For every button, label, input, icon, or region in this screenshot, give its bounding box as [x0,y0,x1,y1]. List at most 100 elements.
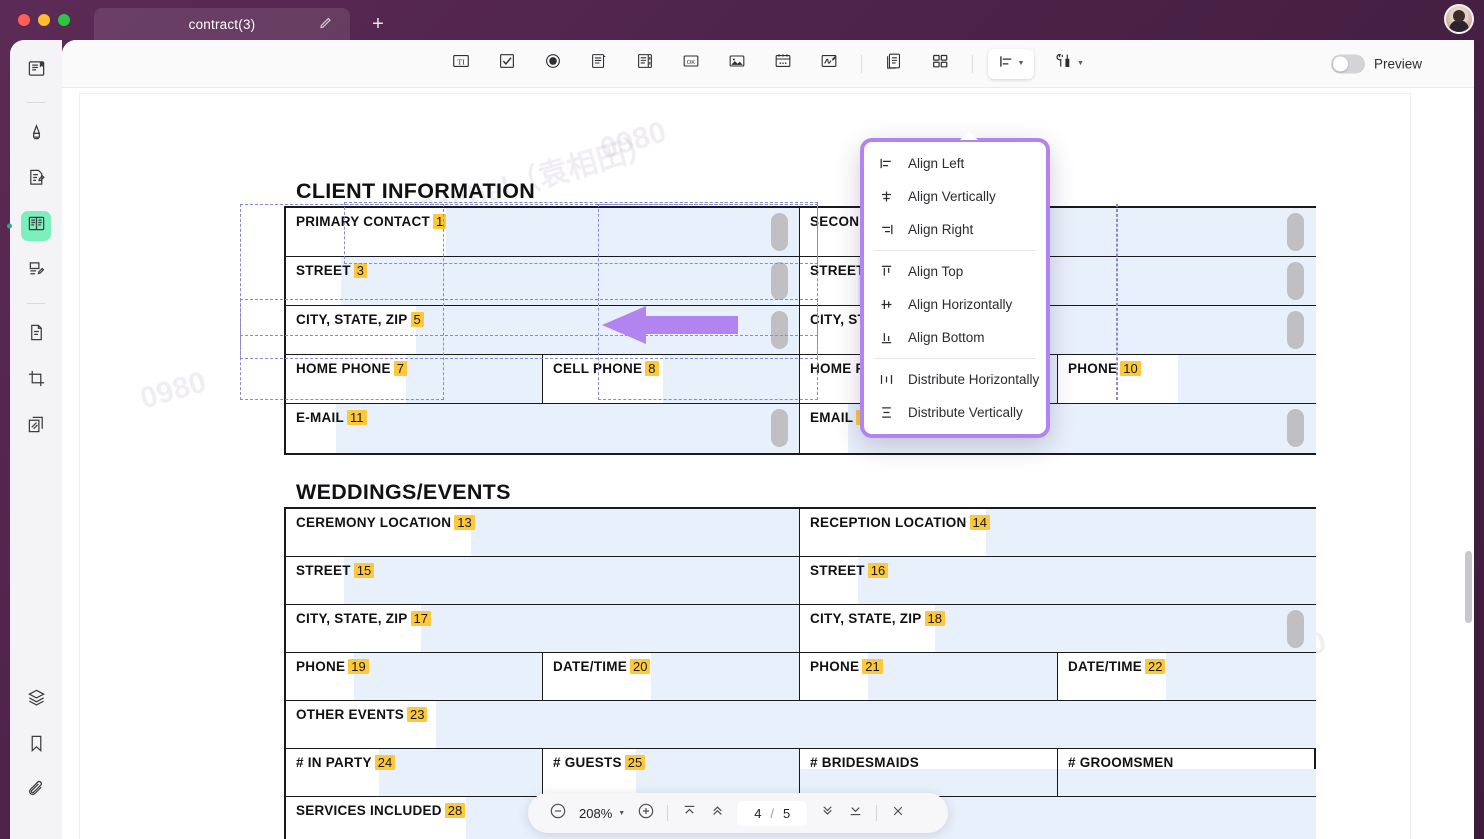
table-row[interactable]: PHONE 19 [286,653,543,701]
checkbox-tool[interactable] [490,49,524,79]
close-pager-button[interactable] [884,799,912,827]
menu-item-align-left[interactable]: Align Left [864,147,1046,180]
first-page-button[interactable] [675,799,703,827]
form-field-17[interactable] [421,605,799,652]
table-row[interactable]: # IN PARTY 24 [286,749,543,797]
document-viewport[interactable]: Rachel（袁相田） 0980 Rachel（袁相田） 0980 Rachel… [62,88,1474,839]
table-row[interactable]: CEREMONY LOCATION 13 [286,509,800,557]
form-field-10[interactable] [1178,355,1316,403]
form-field-23[interactable] [436,701,1316,748]
table-row[interactable]: PHONE 10 [1058,355,1316,404]
field-scroll-handle[interactable] [771,311,788,349]
new-tab-button[interactable]: + [366,14,390,34]
table-row[interactable]: E-MAIL 11 [286,404,800,453]
list-box-tool[interactable] [628,49,662,79]
zoom-level-selector[interactable]: 208% ▼ [572,806,632,821]
vertical-scrollbar[interactable] [1465,551,1472,623]
table-row[interactable]: DATE/TIME 20 [543,653,800,701]
next-page-button[interactable] [813,799,841,827]
sidebar-item-organize-pages[interactable] [21,320,51,350]
date-field-tool[interactable] [766,49,800,79]
sidebar-item-crop-tool[interactable] [21,366,51,396]
menu-item-align-bottom[interactable]: Align Bottom [864,321,1046,354]
preview-toggle-group[interactable]: Preview [1330,54,1422,73]
form-field-24[interactable] [379,749,542,796]
menu-item-align-horizontally[interactable]: Align Horizontally [864,288,1046,321]
radio-button-tool[interactable] [536,49,570,79]
sidebar-item-compare-tool[interactable] [21,412,51,442]
form-field-11[interactable] [336,404,799,453]
page-number-input[interactable]: 4 / 5 [737,800,808,826]
form-field-18[interactable] [935,605,1316,652]
menu-item-align-right[interactable]: Align Right [864,213,1046,246]
document-tab[interactable]: contract(3) [94,8,350,40]
zoom-out-button[interactable] [544,799,572,827]
form-field-19[interactable] [354,653,542,700]
menu-item-distribute-vertically[interactable]: Distribute Vertically [864,396,1046,429]
form-field-8[interactable] [663,355,799,403]
sidebar-item-layers-panel[interactable] [21,685,51,715]
menu-item-align-top[interactable]: Align Top [864,255,1046,288]
field-scroll-handle[interactable] [1287,409,1304,447]
maximize-window-button[interactable] [58,14,70,26]
last-page-button[interactable] [841,799,869,827]
form-field-20[interactable] [651,653,799,700]
form-field-13[interactable] [471,509,799,556]
signature-field-tool[interactable] [812,49,846,79]
table-row[interactable]: STREET 15 [286,557,800,605]
form-field-7[interactable] [406,355,542,403]
form-field-16[interactable] [858,557,1316,604]
table-row[interactable]: RECEPTION LOCATION 14 [800,509,1316,557]
client-information-table[interactable]: PRIMARY CONTACT1 SECONDARY CONTACT2 STRE… [284,206,1316,455]
sidebar-item-bookmarks-panel[interactable] [21,731,51,761]
align-tool[interactable]: ▼ [988,48,1034,79]
tab-order-tool[interactable] [923,49,957,79]
table-row[interactable]: # BRIDESMAIDS 26 [800,749,1058,797]
form-field-22[interactable] [1166,653,1316,700]
form-field-3[interactable] [341,257,799,305]
form-field-14[interactable] [986,509,1316,556]
form-field-1[interactable] [446,208,799,256]
form-field-21[interactable] [868,653,1057,700]
table-row[interactable]: STREET 16 [800,557,1316,605]
table-row[interactable]: # GROOMSMEN 27 [1058,749,1316,797]
arrow-annotation[interactable] [600,304,740,351]
field-scroll-handle[interactable] [771,262,788,300]
table-row[interactable]: STREET 3 [286,257,800,306]
menu-item-distribute-horizontally[interactable]: Distribute Horizontally [864,363,1046,396]
sidebar-item-annotate-tool[interactable] [21,165,51,195]
field-scroll-handle[interactable] [1287,311,1304,349]
prev-page-button[interactable] [703,799,731,827]
duplicate-page-tool[interactable] [877,49,911,79]
field-scroll-handle[interactable] [1287,213,1304,251]
field-scroll-handle[interactable] [1287,610,1304,648]
table-row[interactable]: PRIMARY CONTACT 1 [286,208,800,257]
sidebar-item-form-tool[interactable] [21,211,51,241]
pencil-icon[interactable] [319,17,332,32]
table-row[interactable]: HOME PHONE 7 [286,355,543,404]
text-field-tool[interactable]: TI [444,49,478,79]
avatar[interactable] [1444,4,1474,34]
more-tools[interactable]: ▼ [1046,49,1092,79]
sidebar-item-sign-tool[interactable] [21,257,51,287]
table-row[interactable]: CELL PHONE 8 [543,355,800,404]
field-scroll-handle[interactable] [771,409,788,447]
table-row[interactable]: CITY, STATE, ZIP 18 [800,605,1316,653]
form-field-27[interactable] [1058,769,1316,796]
pdf-page[interactable]: Rachel（袁相田） 0980 Rachel（袁相田） 0980 Rachel… [80,94,1410,839]
dropdown-tool[interactable] [582,49,616,79]
minimize-window-button[interactable] [38,14,50,26]
sidebar-item-highlight-tool[interactable] [21,119,51,149]
table-row[interactable]: OTHER EVENTS 23 [286,701,1316,749]
sidebar-item-attachments-panel[interactable] [21,777,51,807]
image-field-tool[interactable] [720,49,754,79]
weddings-events-table[interactable]: CEREMONY LOCATION 13 RECEPTION LOCATION 14… [284,507,1316,839]
menu-item-align-vertically[interactable]: Align Vertically [864,180,1046,213]
zoom-in-button[interactable] [632,799,660,827]
field-scroll-handle[interactable] [771,213,788,251]
table-row[interactable]: DATE/TIME 22 [1058,653,1316,701]
table-row[interactable]: CITY, STATE, ZIP 17 [286,605,800,653]
table-row[interactable]: # GUESTS 25 [543,749,800,797]
form-field-15[interactable] [344,557,799,604]
form-field-25[interactable] [636,749,799,796]
